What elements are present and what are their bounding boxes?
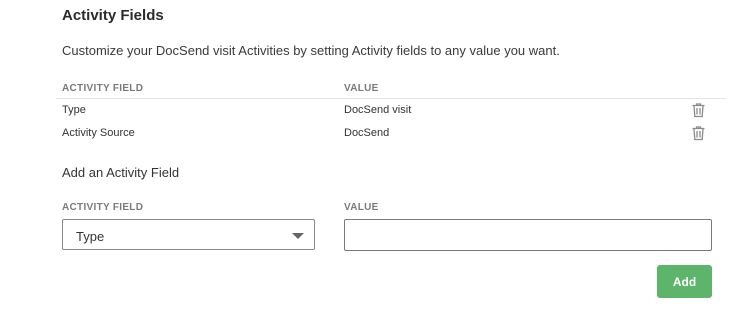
column-header-activity-field: ACTIVITY FIELD [62, 83, 144, 94]
section-title: Activity Fields [62, 7, 164, 24]
column-header-value: VALUE [344, 83, 379, 94]
chevron-down-icon [292, 233, 304, 239]
table-row: Type DocSend visit [0, 100, 756, 122]
add-field-label: ACTIVITY FIELD [62, 202, 144, 213]
activity-field-select[interactable]: Type [62, 219, 315, 250]
add-field-title: Add an Activity Field [62, 165, 180, 180]
table-row: Activity Source DocSend [0, 123, 756, 145]
select-value: Type [76, 229, 105, 244]
trash-icon[interactable] [691, 125, 706, 141]
value-input[interactable] [344, 219, 712, 251]
trash-icon[interactable] [691, 102, 706, 118]
add-value-label: VALUE [344, 202, 379, 213]
row-value: DocSend visit [344, 104, 412, 116]
add-button[interactable]: Add [657, 265, 712, 298]
row-field: Activity Source [62, 127, 135, 139]
row-value: DocSend [344, 127, 390, 139]
section-description: Customize your DocSend visit Activities … [62, 43, 560, 58]
header-divider [56, 98, 726, 99]
row-field: Type [62, 104, 86, 116]
